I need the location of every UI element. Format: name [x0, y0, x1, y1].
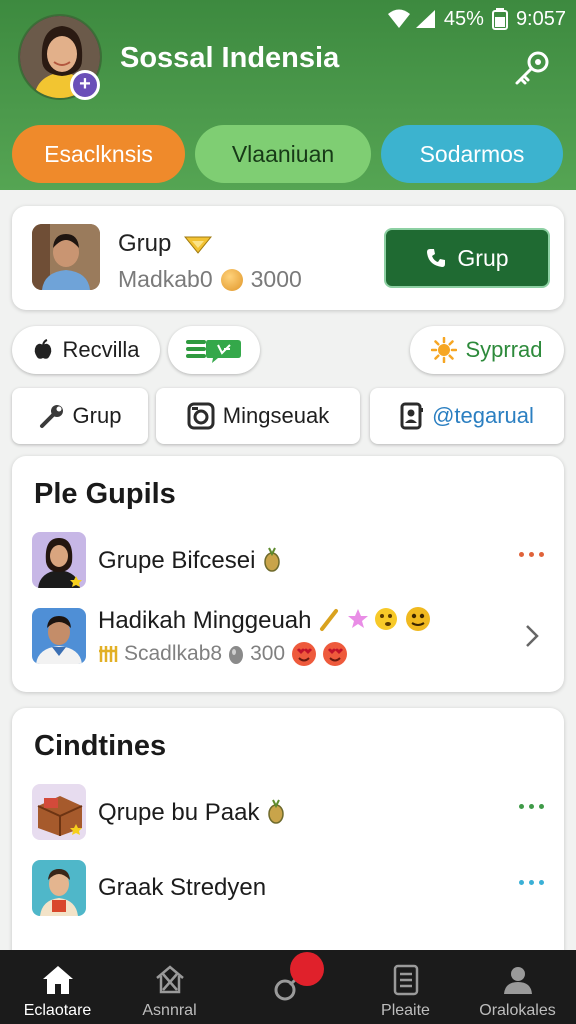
tab-esaclknsis[interactable]: Esaclknsis — [12, 125, 185, 183]
more-options-icon[interactable] — [519, 804, 544, 809]
nav-item-document[interactable]: Pleaite — [348, 950, 463, 1024]
emoji-strip-icon — [320, 607, 431, 631]
bottom-nav: Eclaotare Asnnral Pleaite Oralokales — [0, 950, 576, 1024]
add-badge-icon[interactable]: + — [70, 70, 100, 100]
contact-thumbnail — [32, 860, 86, 916]
group-thumbnail — [32, 532, 86, 588]
key-icon[interactable] — [512, 48, 552, 88]
home-icon — [42, 966, 73, 994]
coin-icon — [220, 268, 243, 291]
app-title: Sossal Indensia — [120, 42, 340, 74]
profile-card: Grup Madkab0 3000 Grup — [12, 206, 564, 310]
chip-mingseuak[interactable]: Mingseuak — [156, 388, 360, 444]
chip-recvilla[interactable]: Recvilla — [12, 326, 160, 374]
nav-item-home[interactable]: Eclaotare — [0, 950, 115, 1024]
signal-icon — [415, 10, 435, 28]
camera-icon — [187, 402, 215, 430]
clock: 9:057 — [515, 7, 566, 30]
profile-name: Grup — [118, 230, 213, 258]
contact-card-icon — [400, 402, 424, 430]
chevron-right-icon[interactable] — [522, 622, 542, 650]
battery-icon — [491, 8, 508, 30]
list-item[interactable]: Qrupe bu Paak — [32, 782, 544, 842]
chat-icon — [186, 340, 241, 363]
list-item-title: Grupe Bifcesei — [98, 546, 282, 575]
badge-icon — [183, 236, 213, 254]
status-bar: 45% 9:057 — [387, 6, 566, 32]
group-thumbnail — [32, 608, 86, 664]
user-avatar[interactable]: + — [18, 14, 102, 100]
call-button[interactable]: Grup — [384, 228, 550, 288]
phone-icon — [427, 249, 446, 267]
list-item-meta: Scadlkab8 300 — [98, 641, 436, 667]
profile-points: 3000 — [250, 266, 302, 292]
wifi-icon — [387, 9, 410, 28]
battery-percent: 45% — [443, 7, 484, 30]
nav-item-explore[interactable]: Asnnral — [112, 950, 227, 1024]
nav-item-center[interactable] — [230, 950, 345, 1024]
tab-vlaaniuan[interactable]: Vlaaniuan — [195, 125, 371, 183]
contact-thumbnail — [32, 784, 86, 840]
pineapple-icon — [264, 547, 280, 572]
pineapple-icon — [268, 799, 284, 824]
groups-title: Ple Gupils — [34, 478, 176, 510]
chip-grup[interactable]: Grup — [12, 388, 148, 444]
contacts-card: Cindtines Qrupe bu Paak Graak Stredyen — [12, 708, 564, 968]
list-item[interactable]: Graak Stredyen — [32, 858, 544, 918]
chip-message[interactable] — [168, 326, 260, 374]
document-icon — [393, 964, 418, 996]
wrench-icon — [39, 405, 63, 428]
profile-photo — [32, 224, 100, 290]
profile-icon — [503, 967, 532, 994]
heart-eyes-icon — [292, 642, 348, 666]
groups-card: Ple Gupils Grupe Bifcesei Hadikah Mingge… — [12, 456, 564, 692]
apple-icon — [35, 339, 52, 359]
sun-icon — [431, 337, 458, 363]
list-item-title: Qrupe bu Paak — [98, 798, 286, 827]
list-item[interactable]: Grupe Bifcesei — [32, 530, 544, 590]
fence-icon — [99, 646, 118, 662]
profile-meta: Madkab0 3000 — [118, 266, 302, 293]
category-tabs: Esaclknsis Vlaaniuan Sodarmos — [12, 125, 564, 183]
chip-syprrad[interactable]: Syprrad — [410, 326, 564, 374]
app-header: 45% 9:057 + Sossal Indensia Esaclknsis V… — [0, 0, 576, 190]
list-item-title: Graak Stredyen — [98, 874, 267, 901]
tab-sodarmos[interactable]: Sodarmos — [381, 125, 563, 183]
profile-region: Madkab0 — [118, 266, 213, 292]
more-options-icon[interactable] — [519, 880, 544, 885]
explore-icon — [155, 965, 184, 994]
more-options-icon[interactable] — [519, 552, 544, 557]
egg-icon — [229, 646, 244, 664]
chip-tegarual[interactable]: @tegarual — [370, 388, 564, 444]
nav-item-profile[interactable]: Oralokales — [460, 950, 575, 1024]
list-item-title: Hadikah Minggeuah — [98, 605, 436, 635]
list-item[interactable]: Hadikah Minggeuah Scadlkab8 300 — [32, 606, 544, 666]
contacts-title: Cindtines — [34, 730, 167, 762]
recording-indicator[interactable] — [290, 952, 324, 986]
